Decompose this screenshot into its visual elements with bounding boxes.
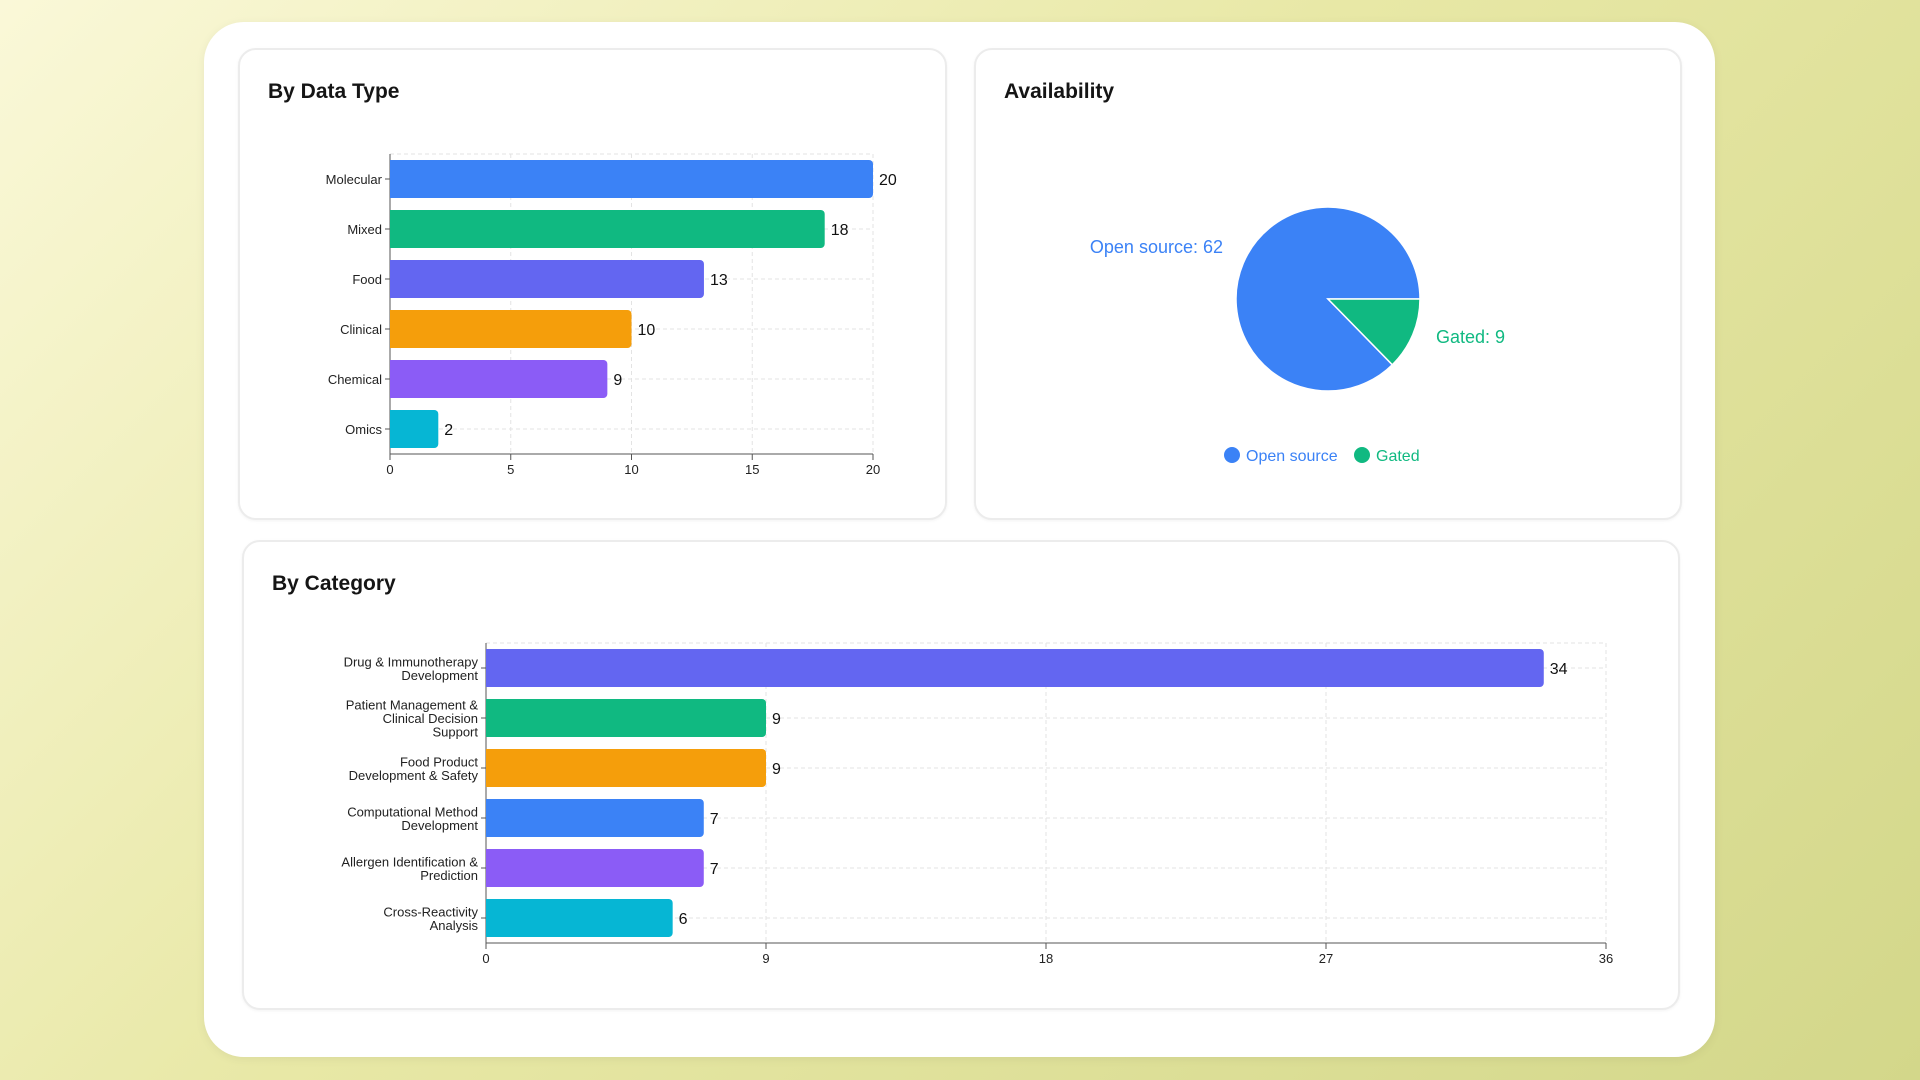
data-type-bar [390, 360, 608, 398]
category-bar [486, 799, 704, 837]
legend-swatch-open-source [1224, 447, 1240, 463]
category-x-tick-label: 36 [1599, 951, 1613, 966]
category-bar [486, 849, 704, 887]
category-bar [486, 649, 1544, 687]
category-value-label: 9 [772, 761, 781, 778]
data-type-x-tick-label: 15 [745, 462, 759, 477]
data-type-x-tick-label: 10 [624, 462, 638, 477]
category-category-label: Development [401, 668, 478, 683]
data-type-value-label: 13 [710, 272, 728, 289]
category-card: By Category 0 9 18 27 36 34 Drug & Immunothera… [242, 540, 1680, 1010]
category-bar [486, 699, 766, 737]
legend-label-open-source: Open source [1246, 448, 1338, 465]
data-type-bar [390, 260, 704, 298]
category-x-tick-label: 27 [1319, 951, 1333, 966]
category-category-label: Analysis [430, 918, 479, 933]
category-x-tick-label: 18 [1039, 951, 1053, 966]
pie-label-open-source: Open source: 62 [1090, 237, 1223, 257]
category-category-label: Support [432, 725, 478, 740]
category-bar [486, 749, 766, 787]
data-type-x-tick-label: 0 [386, 462, 393, 477]
legend-swatch-gated [1354, 447, 1370, 463]
category-category-label: Development & Safety [349, 768, 479, 783]
category-value-label: 6 [679, 911, 688, 928]
availability-chart: Open source: 62 Gated: 9 Open source Gated [1090, 206, 1505, 465]
data-type-value-label: 10 [638, 322, 656, 339]
data-type-x-tick-label: 20 [866, 462, 880, 477]
data-type-category-label: Chemical [328, 372, 382, 387]
data-type-bar [390, 410, 439, 448]
pie-label-gated: Gated: 9 [1436, 327, 1505, 347]
data-type-category-label: Mixed [347, 222, 382, 237]
category-bar [486, 899, 673, 937]
data-type-value-label: 20 [879, 172, 897, 189]
data-type-bar [390, 210, 825, 248]
category-value-label: 7 [710, 811, 719, 828]
data-type-x-tick-label: 5 [507, 462, 514, 477]
data-type-chart: 0 5 10 15 20 20 Molecular 18 Mixed 13 Food 10 Clinic… [326, 153, 897, 477]
data-type-value-label: 9 [613, 372, 622, 389]
data-type-category-label: Clinical [340, 322, 382, 337]
availability-card: Availability Open source: 62 Gated: 9 Open… [974, 48, 1682, 520]
category-category-label: Development [401, 818, 478, 833]
category-chart: 0 9 18 27 3634Drug & ImmunotherapyDevelopmen… [341, 642, 1613, 966]
legend-label-gated: Gated [1376, 448, 1420, 465]
data-type-category-label: Molecular [326, 172, 383, 187]
category-value-label: 9 [772, 711, 781, 728]
data-type-bar [390, 310, 632, 348]
data-type-value-label: 2 [444, 422, 453, 439]
category-value-label: 34 [1550, 661, 1568, 678]
category-x-tick-label: 0 [482, 951, 489, 966]
category-x-tick-label: 9 [762, 951, 769, 966]
data-type-category-label: Food [352, 272, 382, 287]
data-type-category-label: Omics [345, 422, 382, 437]
data-type-value-label: 18 [831, 222, 849, 239]
category-category-label: Prediction [420, 868, 478, 883]
data-type-bar [390, 160, 873, 198]
category-value-label: 7 [710, 861, 719, 878]
data-type-card: By Data Type 0 5 10 15 20 20 Molecular 18 Mixed 1… [238, 48, 947, 520]
